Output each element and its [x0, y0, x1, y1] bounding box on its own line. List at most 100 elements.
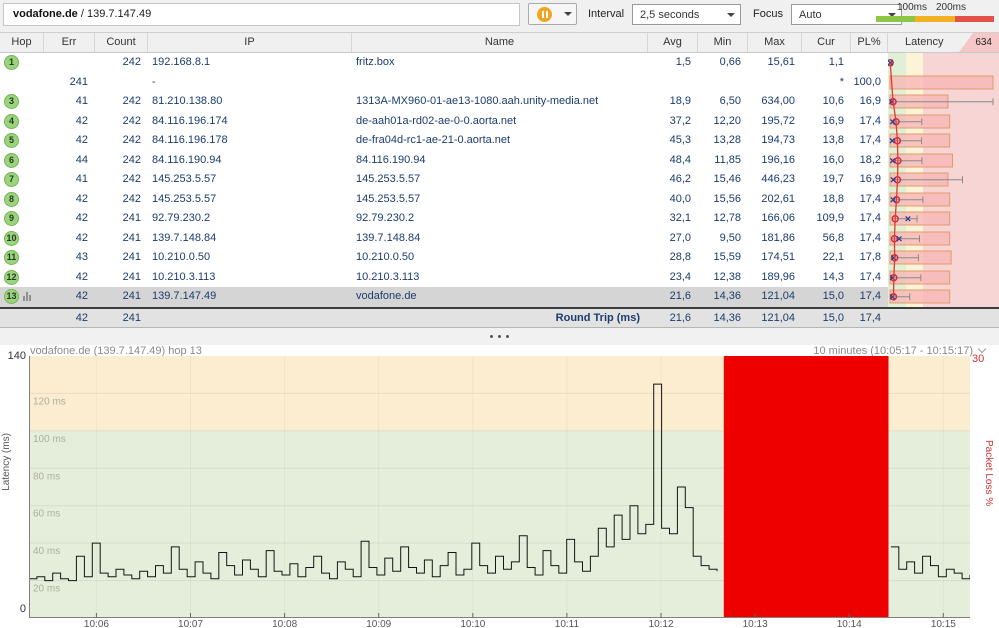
legend-200ms-label: 200ms	[936, 2, 967, 13]
name-cell: vodafone.de	[356, 290, 417, 302]
table-row[interactable]: 5 42 242 84.116.196.178 de-fra04d-rc1-ae-21-…	[0, 131, 999, 151]
latency-scale-legend: 100ms 200ms	[876, 2, 994, 22]
hop-cell: 10	[0, 229, 44, 249]
col-header-name[interactable]: Name	[352, 33, 648, 52]
table-row[interactable]: 12 42 241 10.210.3.113 10.210.3.113 23,4 12,38…	[0, 267, 999, 288]
count-cell: 241	[122, 290, 141, 302]
table-row[interactable]: 6 44 242 84.116.190.94 84.116.190.94 48,4 11,8…	[0, 150, 999, 170]
table-row[interactable]: 3 41 242 81.210.138.80 1313A-MX960-01-ae13-1…	[0, 92, 999, 112]
avg-cell: 28,8	[669, 251, 691, 263]
svg-text:60 ms: 60 ms	[33, 508, 60, 519]
table-row[interactable]: 241 - * 100,0	[0, 72, 999, 93]
table-row[interactable]: 10 42 241 139.7.148.84 139.7.148.84 27,0 9,50 1…	[0, 228, 999, 249]
table-row[interactable]: 7 41 242 145.253.5.57 145.253.5.57 46,2 15,46 4…	[0, 170, 999, 190]
table-row[interactable]: 8 42 242 145.253.5.57 145.253.5.57 40,0 15,56 2…	[0, 189, 999, 209]
summary-err: 42	[75, 311, 88, 324]
caret-down-icon	[564, 12, 572, 16]
count-cell: 241	[122, 212, 141, 224]
avg-cell: 37,2	[669, 114, 691, 127]
hop-badge: 12	[4, 269, 19, 285]
hop-badge: 4	[4, 113, 19, 129]
col-header-ip[interactable]: IP	[148, 33, 352, 52]
err-cell: 41	[75, 95, 88, 107]
interval-select[interactable]: 2,5 seconds	[632, 4, 741, 25]
svg-text:120 ms: 120 ms	[33, 396, 66, 407]
x-tick-label: 10:10	[460, 618, 486, 628]
count-cell	[95, 73, 148, 93]
y-axis-min-label: 0	[19, 602, 26, 615]
col-header-err[interactable]: Err	[44, 33, 95, 52]
hop-cell: 3	[0, 92, 44, 112]
col-header-count[interactable]: Count	[95, 33, 148, 52]
x-tick-label: 10:09	[366, 618, 392, 628]
hop-latency-graph	[889, 289, 951, 304]
svg-text:20 ms: 20 ms	[33, 583, 60, 594]
count-cell: 242	[122, 134, 141, 146]
latency-graph-cell	[888, 209, 999, 229]
hop-badge: 5	[4, 133, 19, 149]
target-ip: / 139.7.147.49	[77, 8, 152, 20]
hop-badge: 8	[4, 191, 19, 207]
col-header-pl[interactable]: PL%	[851, 33, 888, 52]
avg-cell: 27,0	[669, 231, 691, 244]
x-tick-label: 10:12	[648, 618, 674, 628]
table-row[interactable]: 4 42 242 84.116.196.174 de-aah01a-rd02-ae-0-…	[0, 111, 999, 131]
err-cell: 42	[75, 114, 88, 127]
timeline-plot[interactable]: 20 ms 40 ms 60 ms 80 ms 100 ms 120 ms	[29, 355, 971, 618]
summary-min: 14,36	[713, 311, 741, 324]
cur-cell: 1,1	[828, 56, 844, 68]
max-cell: 15,61	[767, 56, 795, 68]
pl-cell	[851, 53, 888, 73]
hop-latency-graph	[889, 250, 952, 265]
hop-latency-graph	[889, 172, 963, 187]
hop-cell: 9	[0, 209, 44, 229]
min-cell: 14,36	[713, 290, 741, 302]
err-cell: 43	[75, 251, 88, 263]
max-cell: 181,86	[761, 231, 795, 244]
hop-cell: 13	[0, 287, 44, 307]
cur-cell: 13,8	[822, 134, 844, 146]
err-cell: 42	[75, 290, 88, 302]
hop-cell: 12	[0, 268, 44, 288]
count-cell: 242	[122, 192, 141, 205]
min-cell: 12,38	[713, 270, 741, 283]
ip-cell: 10.210.3.113	[152, 270, 216, 283]
splitter-handle[interactable]	[0, 326, 999, 345]
cur-cell: 16,9	[822, 114, 844, 127]
focus-label: Focus	[753, 8, 783, 20]
pause-dropdown-button[interactable]	[560, 3, 577, 25]
focus-value: Auto	[799, 8, 822, 21]
hop-badge: 6	[4, 152, 19, 168]
latency-graph-cell	[888, 150, 999, 170]
interval-value: 2,5 seconds	[640, 8, 700, 21]
toolbar: vodafone.de / 139.7.147.49 Interval 2,5 …	[0, 0, 999, 33]
table-row[interactable]: 1 242 192.168.8.1 fritz.box 1,5 0,66 15,61 1,1	[0, 53, 999, 73]
caret-down-icon	[727, 12, 735, 17]
hop-badge: 10	[4, 230, 19, 246]
ip-cell: 84.116.190.94	[152, 153, 222, 166]
summary-count: 241	[122, 311, 141, 324]
col-header-hop[interactable]: Hop	[0, 33, 44, 52]
summary-pl: 17,4	[859, 311, 881, 324]
x-tick-label: 10:13	[742, 618, 768, 628]
name-cell: 145.253.5.57	[356, 192, 421, 205]
table-row[interactable]: 9 42 241 92.79.230.2 92.79.230.2 32,1 12,78 166…	[0, 209, 999, 229]
ip-cell: 139.7.148.84	[152, 231, 217, 244]
ip-cell: 81.210.138.80	[152, 95, 223, 107]
summary-avg: 21,6	[669, 311, 691, 324]
col-header-min[interactable]: Min	[698, 33, 748, 52]
col-header-max[interactable]: Max	[748, 33, 802, 52]
max-cell: 121,04	[761, 290, 795, 302]
col-header-latency[interactable]: Latency 634	[888, 33, 999, 52]
err-cell: 42	[75, 212, 88, 224]
col-header-cur[interactable]: Cur	[802, 33, 851, 52]
pl-cell: 100,0	[853, 75, 881, 88]
avg-cell: 18,9	[669, 95, 691, 107]
table-row[interactable]: 13 42 241 139.7.147.49 vodafone.de 21,6 14,36 1…	[0, 287, 999, 307]
legend-100ms-label: 100ms	[897, 2, 928, 13]
table-row[interactable]: 11 43 241 10.210.0.50 10.210.0.50 28,8 15,59 17…	[0, 248, 999, 268]
pause-button[interactable]	[528, 3, 561, 25]
name-cell: 139.7.148.84	[356, 231, 421, 244]
col-header-avg[interactable]: Avg	[648, 33, 698, 52]
err-cell: 42	[75, 270, 88, 283]
